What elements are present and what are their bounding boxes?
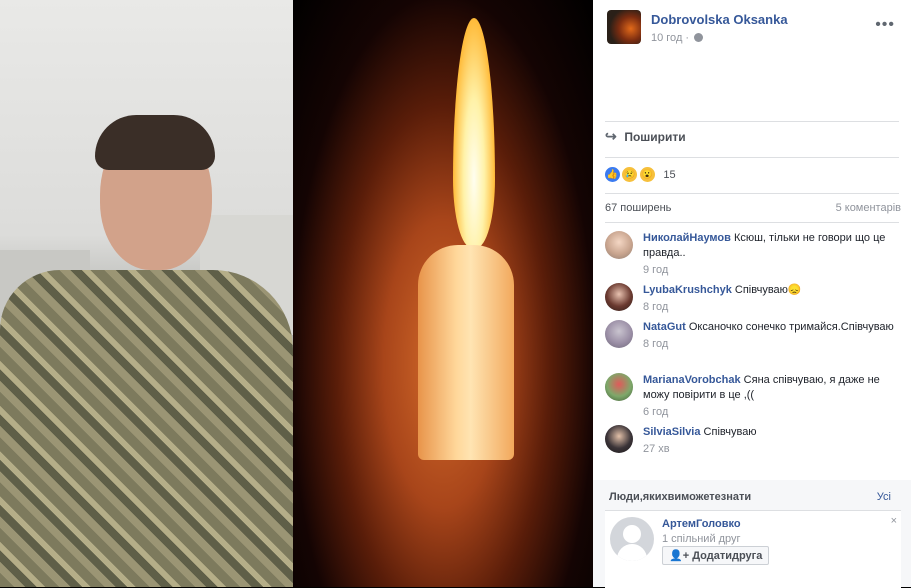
like-icon: 👍 [605,167,620,183]
post-stats: 67 поширень 5 коментарів [605,202,901,214]
sad-icon: 😢 [622,167,638,183]
comment-body: LyubaKrushchyk Співчуваю😞 8 год [643,283,901,315]
suggestions-title: Люди,якихвиможетезнати [609,491,752,503]
share-label: Поширити [624,130,686,144]
comment-body: NataGut Оксаночко сонечко тримайся.Співч… [643,320,901,352]
share-button[interactable]: ↪ Поширити [605,128,895,152]
candle-photo [293,0,593,587]
mutual-friends[interactable]: 1 спільний друг [662,533,741,545]
person-name[interactable]: АртемГоловко [662,518,741,530]
soldier-hair [95,115,215,170]
commenter-name[interactable]: НиколайНаумов [643,232,731,244]
comment-text: Співчуваю😞 [734,284,802,296]
see-all-link[interactable]: Усі [877,491,891,503]
share-icon: ↪ [605,128,617,144]
commenter-name[interactable]: NataGut [643,321,686,333]
shares-count[interactable]: 67 поширень [605,202,671,214]
commenter-avatar[interactable] [605,373,633,401]
commenter-avatar[interactable] [605,231,633,259]
commenter-avatar[interactable] [605,283,633,311]
comment-time[interactable]: 27 хв [643,442,901,457]
close-icon[interactable]: × [891,515,897,527]
reactions-count: 15 [663,168,676,181]
wow-icon: 😮 [639,167,655,183]
candle-flame [453,18,495,248]
comment-body: MarianaVorobchak Сяна співчуваю, я даже … [643,373,901,420]
commenter-avatar[interactable] [605,425,633,453]
comment-body: SilviaSilvia Співчуваю 27 хв [643,425,901,457]
soldier-photo [0,0,293,587]
divider [605,222,899,223]
commenter-name[interactable]: SilviaSilvia [643,426,700,438]
soldier-uniform [0,270,293,587]
candle [418,245,514,460]
add-friend-icon: 👤+ [669,550,690,562]
reactions-summary[interactable]: 👍 😢 😮 15 [605,166,676,186]
comment-text: Оксаночко сонечко тримайся.Співчуваю [688,321,894,333]
time-separator: · [685,32,690,44]
divider [605,157,899,158]
author-avatar[interactable] [607,10,641,44]
comment-time[interactable]: 9 год [643,263,901,278]
comment-time[interactable]: 8 год [643,300,901,315]
post-photo[interactable] [0,0,593,587]
comments-count[interactable]: 5 коментарів [836,202,901,214]
suggestion-card: АртемГоловко 1 спільний друг 👤+ Додатидр… [605,510,901,588]
commenter-name[interactable]: MarianaVorobchak [643,374,741,386]
comment-time[interactable]: 6 год [643,405,901,420]
comment-time[interactable]: 8 год [643,337,901,352]
divider [605,193,899,194]
post-time-label[interactable]: 10 год [651,32,682,44]
post-time[interactable]: 10 год · [651,32,704,44]
comment-text: Співчуваю [703,426,757,438]
people-you-may-know: Люди,якихвиможетезнати Усі АртемГоловко … [593,480,911,588]
author-name[interactable]: Dobrovolska Oksanka [651,12,788,27]
divider [605,121,899,122]
person-avatar[interactable] [610,517,654,561]
add-friend-button[interactable]: 👤+ Додатидруга [662,546,770,565]
post-author: Dobrovolska Oksanka 10 год · ••• [607,10,907,50]
commenter-name[interactable]: LyubaKrushchyk [643,284,732,296]
more-icon[interactable]: ••• [875,17,895,33]
commenter-avatar[interactable] [605,320,633,348]
add-friend-label: Додатидруга [692,550,763,562]
globe-icon [694,33,704,42]
comment-body: НиколайНаумов Ксюш, тільки не говори що … [643,231,901,278]
